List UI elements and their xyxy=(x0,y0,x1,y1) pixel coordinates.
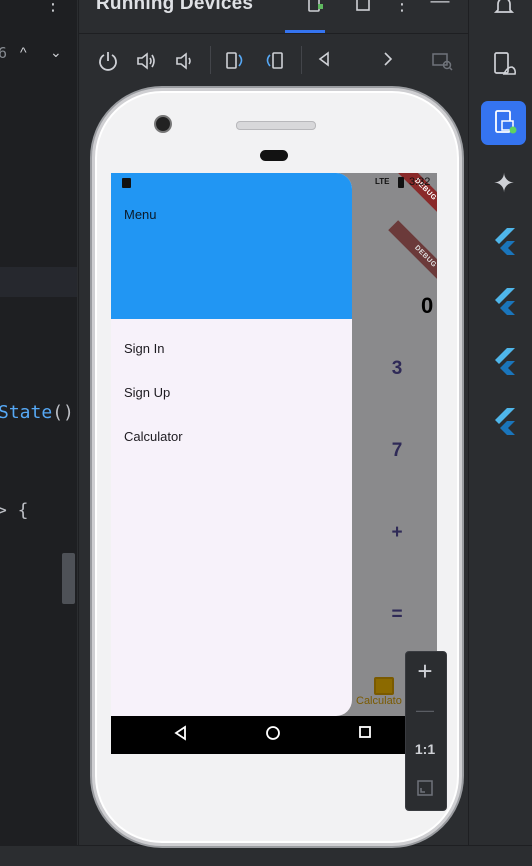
rotate-right-icon[interactable] xyxy=(262,50,286,77)
earpiece-speaker xyxy=(236,121,316,130)
flutter-icon[interactable] xyxy=(482,286,526,323)
drawer-item-calculator[interactable]: Calculator xyxy=(111,415,352,459)
sd-card-icon xyxy=(122,178,131,188)
calculator-icon xyxy=(374,677,394,695)
actual-size-button[interactable]: 1:1 xyxy=(405,741,445,757)
front-camera xyxy=(154,115,172,133)
proximity-sensor xyxy=(260,150,288,161)
search-match-count: 6 xyxy=(0,44,8,62)
calc-key-7[interactable]: 7 xyxy=(377,440,417,462)
back-icon[interactable] xyxy=(312,50,336,73)
fit-screen-icon[interactable] xyxy=(405,779,445,802)
nav-home-icon[interactable] xyxy=(263,725,283,745)
status-time: 3:32 xyxy=(409,176,431,188)
android-nav-bar xyxy=(111,716,437,754)
next-match-icon[interactable]: ⌄ xyxy=(50,44,62,61)
debug-banner: DEBUG xyxy=(388,220,437,294)
drawer-item-sign-in[interactable]: Sign In xyxy=(111,327,352,371)
panel-title: Running Devices xyxy=(96,0,254,14)
editor-scrollbar[interactable] xyxy=(62,553,75,604)
editor-more-icon[interactable]: ⋮ xyxy=(44,0,62,15)
drawer-item-sign-up[interactable]: Sign Up xyxy=(111,371,352,415)
calc-key-plus[interactable]: + xyxy=(377,522,417,544)
calc-key-3[interactable]: 3 xyxy=(377,358,417,380)
toolbar-separator xyxy=(210,46,211,74)
volume-up-icon[interactable] xyxy=(134,50,158,77)
flutter-icon[interactable] xyxy=(482,406,526,443)
previous-match-icon[interactable]: ^ xyxy=(20,44,27,60)
minimize-icon[interactable]: — xyxy=(428,0,452,12)
rotate-left-icon[interactable] xyxy=(223,50,247,77)
notifications-icon[interactable] xyxy=(482,0,526,25)
drawer-title: Menu xyxy=(124,207,157,222)
device-tab-icon[interactable] xyxy=(304,0,328,21)
bottom-nav-calculator[interactable]: Calculato xyxy=(356,695,402,707)
code-line[interactable]: > { xyxy=(0,500,29,521)
battery-icon xyxy=(398,177,404,188)
zoom-out-button[interactable]: — xyxy=(405,700,445,721)
device-screen[interactable]: 0 3 7 + = Calculato DEBUG DEBUG LTE 3:32… xyxy=(111,173,437,754)
drawer-header xyxy=(111,173,352,319)
network-icon: LTE xyxy=(375,177,390,186)
ai-sparkle-icon[interactable]: ✦ xyxy=(482,168,526,199)
code-line[interactable]: State() xyxy=(0,402,74,423)
status-bar xyxy=(0,845,532,866)
toolbar-separator xyxy=(301,46,302,74)
volume-down-icon[interactable] xyxy=(172,50,196,77)
calc-key-equals[interactable]: = xyxy=(377,604,417,626)
running-devices-icon[interactable] xyxy=(482,108,526,145)
forward-icon[interactable] xyxy=(376,50,400,73)
nav-recents-icon[interactable] xyxy=(355,725,375,745)
zoom-in-button[interactable]: + xyxy=(405,656,445,687)
window-icon[interactable] xyxy=(351,0,375,19)
calculator-display: 0 xyxy=(421,293,434,318)
screenshot-icon xyxy=(430,50,454,77)
navigation-drawer: Menu Sign In Sign Up Calculator xyxy=(111,173,352,716)
power-icon[interactable] xyxy=(96,50,120,77)
flutter-icon[interactable] xyxy=(482,346,526,383)
device-manager-icon[interactable] xyxy=(482,50,526,85)
more-vertical-icon[interactable]: ⋮ xyxy=(390,0,414,14)
flutter-icon[interactable] xyxy=(482,226,526,263)
current-line-highlight xyxy=(0,267,77,297)
divider xyxy=(78,33,468,34)
nav-back-icon[interactable] xyxy=(171,725,191,745)
